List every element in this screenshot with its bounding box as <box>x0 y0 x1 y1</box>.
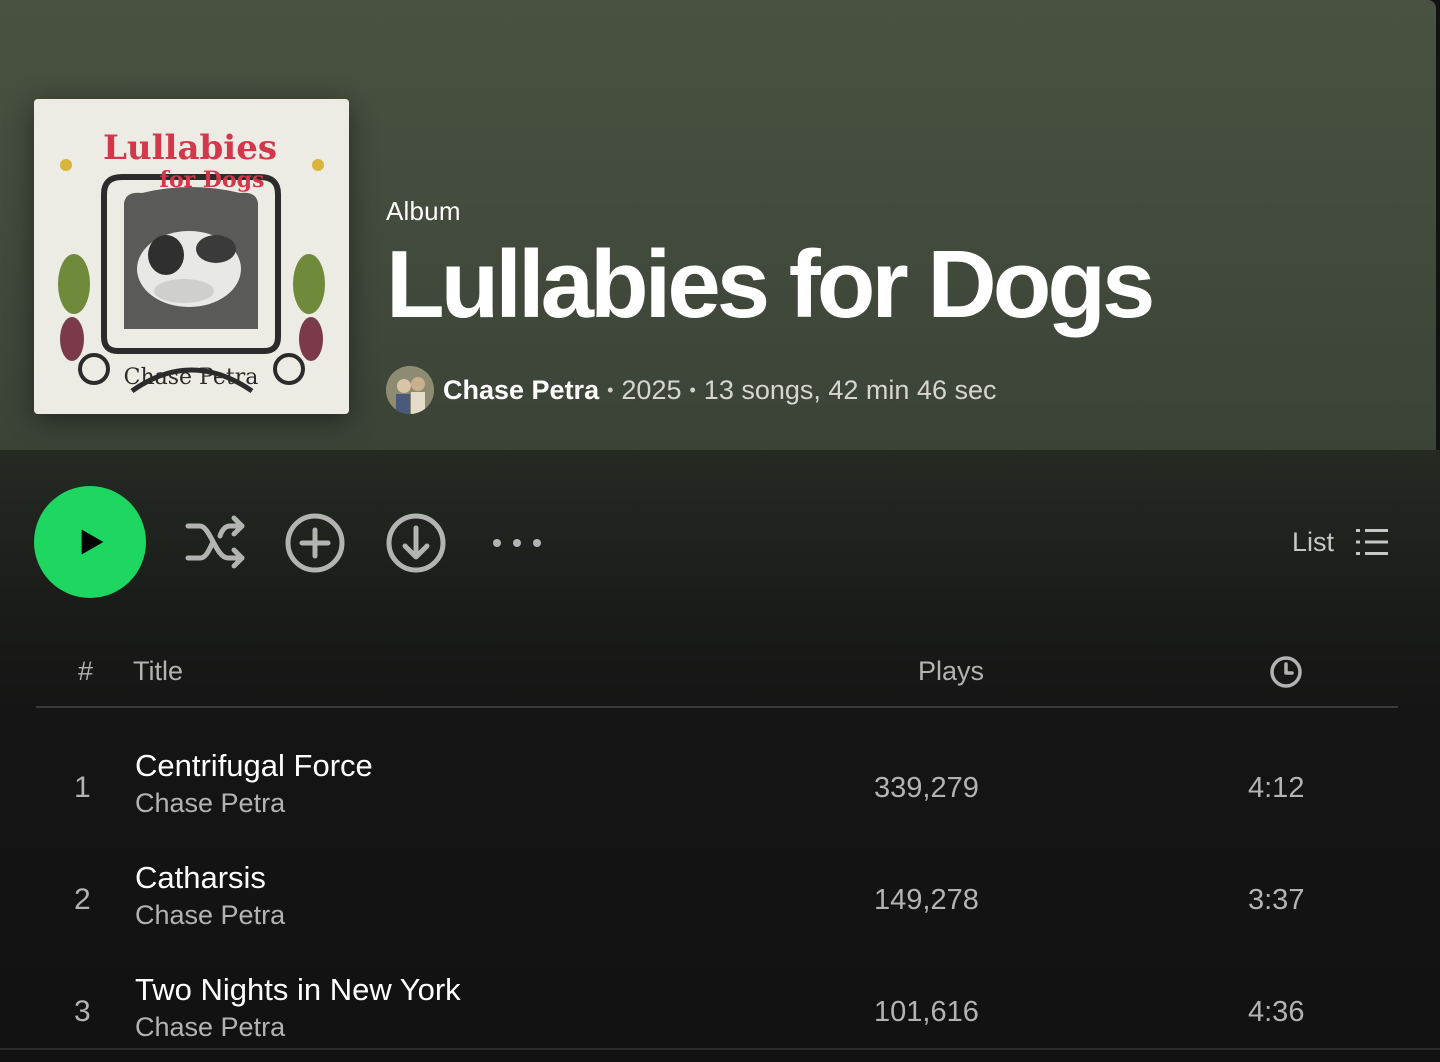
track-info: Catharsis Chase Petra <box>135 858 285 932</box>
more-options-button[interactable] <box>488 525 546 561</box>
track-row[interactable]: 3 Two Nights in New York Chase Petra 101… <box>36 956 1398 1062</box>
album-meta: Album Lullabies for Dogs <box>386 196 1155 338</box>
track-plays: 101,616 <box>874 995 979 1028</box>
artist-link[interactable]: Chase Petra <box>443 375 599 406</box>
view-mode-label: List <box>1291 526 1334 557</box>
album-summary: 13 songs, 42 min 46 sec <box>703 374 997 405</box>
download-icon <box>386 513 446 573</box>
track-plays: 149,278 <box>874 883 979 916</box>
cover-title-line1: Lullabies <box>103 128 277 168</box>
track-artist[interactable]: Chase Petra <box>135 786 373 820</box>
track-duration: 4:36 <box>1248 995 1305 1028</box>
track-info: Centrifugal Force Chase Petra <box>135 746 373 820</box>
track-duration: 4:12 <box>1248 771 1305 804</box>
play-button[interactable] <box>34 486 146 598</box>
track-title[interactable]: Two Nights in New York <box>135 970 461 1010</box>
track-row[interactable]: 2 Catharsis Chase Petra 149,278 3:37 <box>36 844 1398 956</box>
separator-dot: • <box>689 379 696 400</box>
list-view-icon <box>1356 529 1388 555</box>
tracklist-header: # Title Plays <box>36 646 1398 708</box>
track-artist[interactable]: Chase Petra <box>135 898 285 932</box>
view-mode-toggle[interactable]: List <box>1292 520 1388 564</box>
track-info: Two Nights in New York Chase Petra <box>135 970 461 1044</box>
cover-title-line2: for Dogs <box>160 167 265 193</box>
add-to-library-button[interactable] <box>284 512 346 574</box>
track-duration: 3:37 <box>1248 883 1305 916</box>
track-number: 1 <box>74 771 91 804</box>
track-title[interactable]: Catharsis <box>135 858 285 898</box>
more-horizontal-icon <box>493 539 541 547</box>
album-page: Lullabies for Dogs Chase Petra Album Lul… <box>0 0 1440 1062</box>
track-plays: 339,279 <box>874 771 979 804</box>
album-byline: Chase Petra • 2025 • 13 songs, 42 min 46… <box>386 366 996 414</box>
add-circle-icon <box>285 513 345 573</box>
track-number: 3 <box>74 995 91 1028</box>
column-duration <box>1268 654 1304 690</box>
release-year: 2025 <box>621 374 682 405</box>
download-button[interactable] <box>385 512 447 574</box>
artist-avatar-image <box>386 366 434 414</box>
track-title[interactable]: Centrifugal Force <box>135 746 373 786</box>
column-number: # <box>78 656 94 686</box>
album-title: Lullabies for Dogs <box>386 231 1155 338</box>
clock-icon <box>1270 656 1302 688</box>
album-cover[interactable]: Lullabies for Dogs Chase Petra <box>34 99 349 414</box>
track-artist[interactable]: Chase Petra <box>135 1010 461 1044</box>
shuffle-button[interactable] <box>183 512 249 572</box>
album-header: Lullabies for Dogs Chase Petra Album Lul… <box>0 0 1436 450</box>
artist-avatar[interactable] <box>386 366 434 414</box>
shuffle-icon <box>185 515 245 569</box>
column-plays: Plays <box>918 656 985 686</box>
play-icon <box>81 529 104 555</box>
bottom-divider <box>0 1048 1440 1050</box>
separator-dot: • <box>607 379 614 400</box>
track-row[interactable]: 1 Centrifugal Force Chase Petra 339,279 … <box>36 732 1398 844</box>
cover-artist: Chase Petra <box>124 365 259 390</box>
column-title: Title <box>133 656 184 686</box>
album-type-label: Album <box>386 196 461 226</box>
album-cover-art: Lullabies for Dogs Chase Petra <box>34 99 349 414</box>
track-number: 2 <box>74 883 91 916</box>
